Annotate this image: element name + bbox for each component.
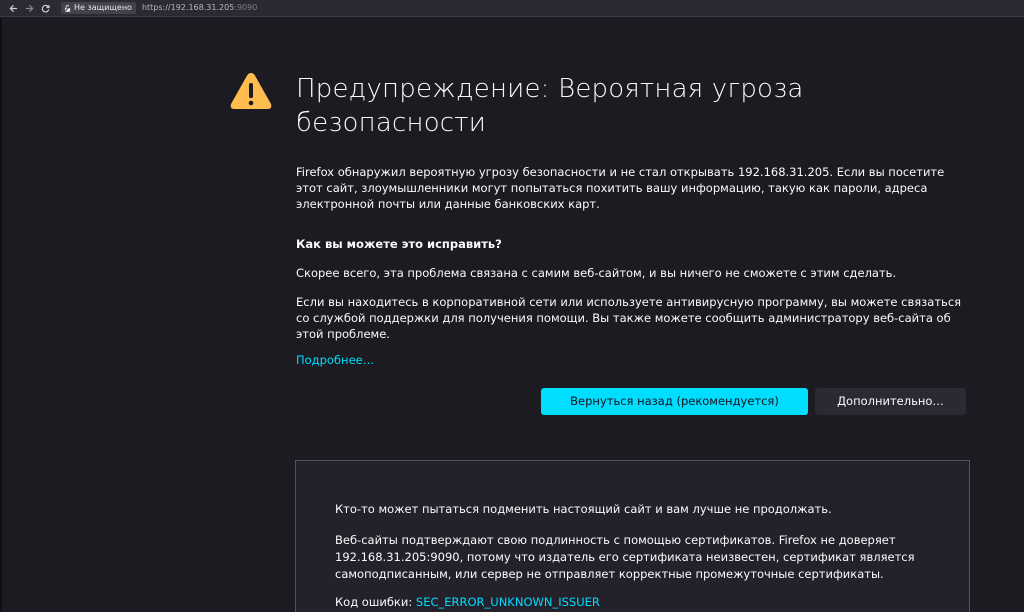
- spoof-warning-text: Кто-то может пытаться подменить настоящи…: [335, 502, 832, 516]
- url-host: https://192.168.31.205: [141, 3, 235, 12]
- page-title: Предупреждение: Вероятная угроза безопас…: [296, 74, 804, 138]
- reload-button[interactable]: [37, 0, 53, 16]
- security-badge-label: Не защищено: [74, 3, 132, 12]
- url-port: :9090: [234, 3, 258, 12]
- go-back-button[interactable]: Вернуться назад (рекомендуется): [541, 388, 808, 415]
- arrow-right-icon: [25, 4, 33, 12]
- fix-corporate-text: Если вы находитесь в корпоративной сети …: [296, 295, 962, 341]
- advanced-details-panel: Кто-то может пытаться подменить настоящи…: [295, 460, 970, 612]
- learn-more-link[interactable]: Подробнее…: [296, 353, 374, 367]
- error-code-link[interactable]: SEC_ERROR_UNKNOWN_ISSUER: [416, 595, 600, 609]
- intro-text: Firefox обнаружил вероятную угрозу безоп…: [296, 165, 945, 211]
- url-bar[interactable]: Не защищено https://192.168.31.205:9090: [61, 2, 257, 15]
- browser-toolbar: Не защищено https://192.168.31.205:9090: [0, 0, 1024, 17]
- warning-icon: [230, 73, 272, 109]
- arrow-left-icon: [9, 4, 17, 12]
- error-code-line: Код ошибки: SEC_ERROR_UNKNOWN_ISSUER: [335, 594, 945, 611]
- security-badge[interactable]: Не защищено: [61, 2, 136, 14]
- url-text[interactable]: https://192.168.31.205:9090: [142, 2, 257, 14]
- fix-cause-text: Скорее всего, эта проблема связана с сам…: [296, 266, 897, 280]
- error-code-label: Код ошибки:: [335, 595, 413, 609]
- fix-heading: Как вы можете это исправить?: [296, 237, 502, 251]
- back-button[interactable]: [5, 0, 21, 16]
- advanced-button[interactable]: Дополнительно…: [815, 388, 966, 415]
- window-edge: [0, 18, 2, 612]
- certificate-explanation-text: Веб-сайты подтверждают свою подлинность …: [335, 533, 915, 581]
- forward-button[interactable]: [21, 0, 37, 16]
- insecure-lock-icon: [64, 4, 71, 12]
- reload-icon: [41, 4, 50, 13]
